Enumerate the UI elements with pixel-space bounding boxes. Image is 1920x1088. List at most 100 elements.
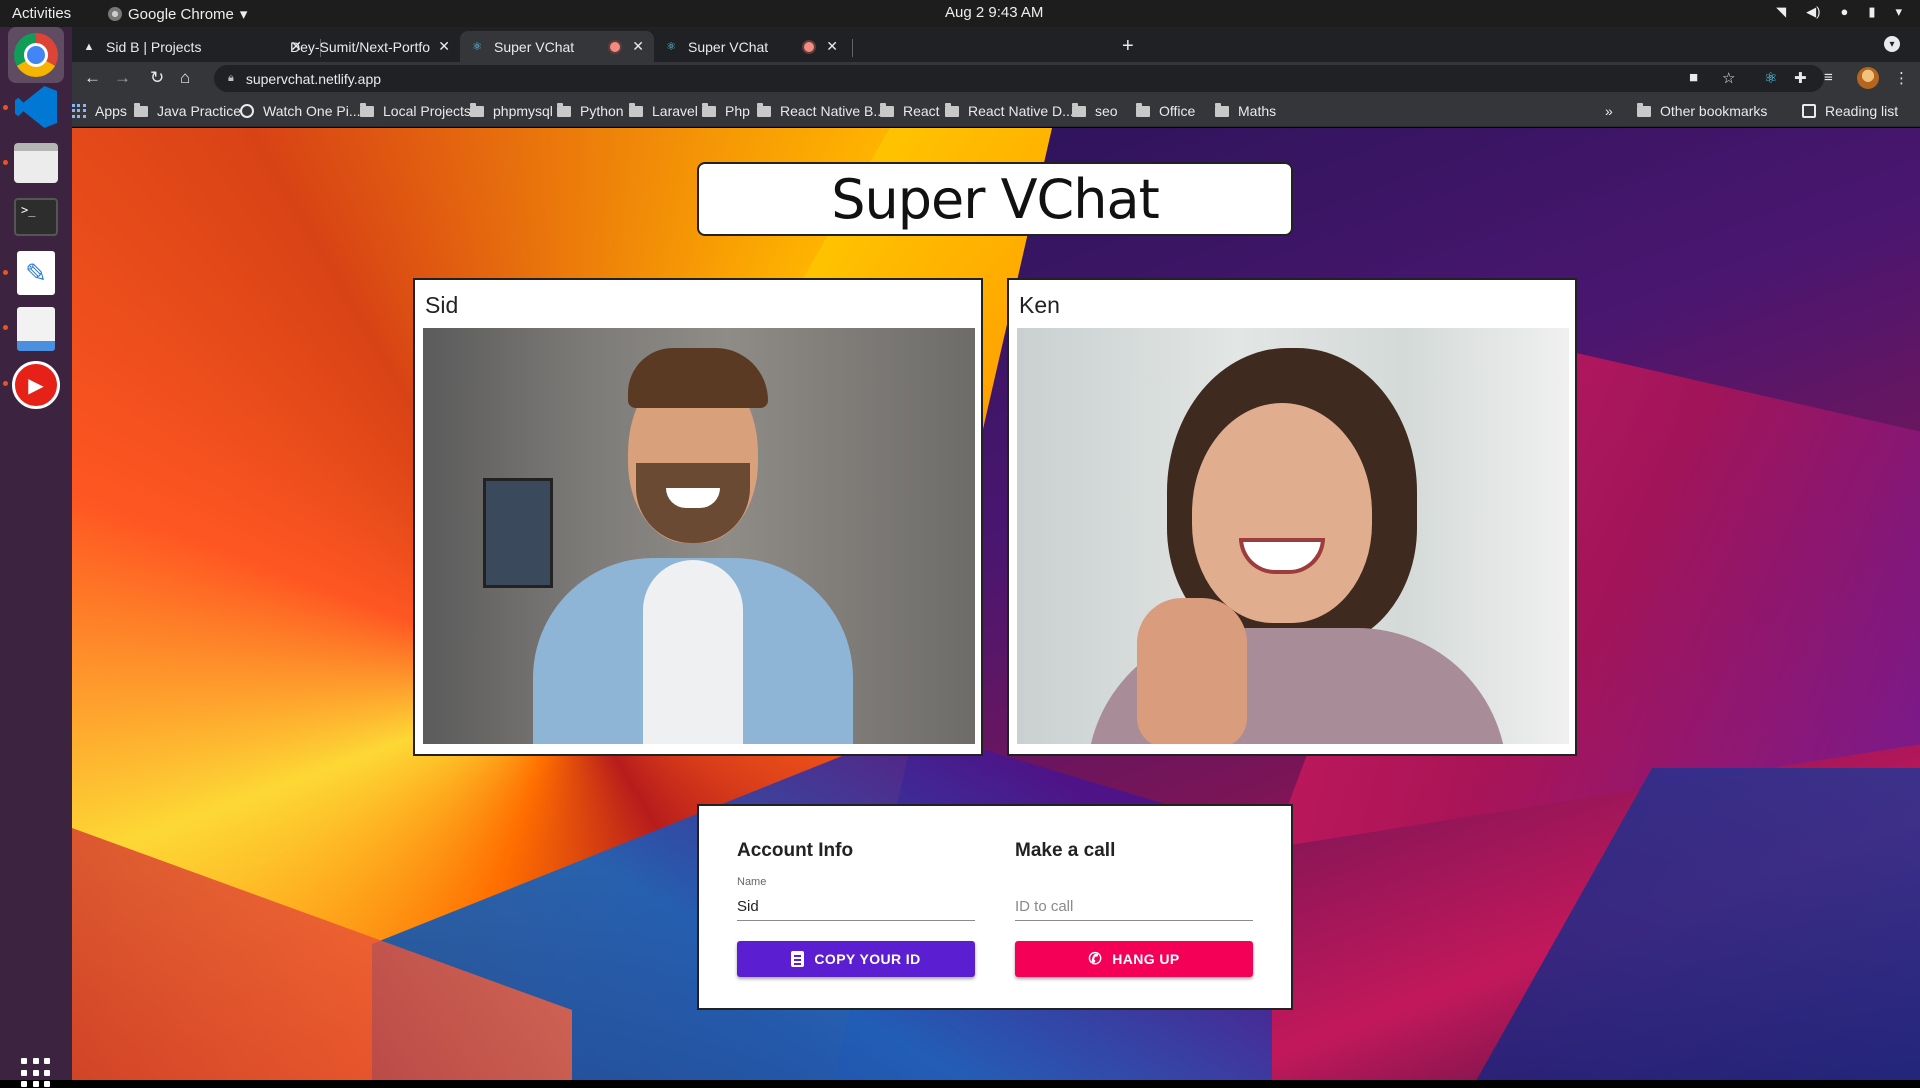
recording-icon: [610, 42, 620, 52]
name-field-label: Name: [737, 876, 767, 888]
react-devtools-icon[interactable]: ⚛: [1764, 69, 1777, 87]
home-icon[interactable]: ⌂: [180, 68, 190, 88]
local-video-card: Sid: [413, 278, 983, 756]
address-bar[interactable]: 🔒︎ supervchat.netlify.app: [214, 65, 1824, 92]
bookmark-react-native-d[interactable]: React Native D...: [945, 102, 1074, 119]
bookmark-label: React: [903, 103, 940, 119]
lock-icon: 🔒︎: [228, 72, 234, 84]
battery-icon: ▮: [1868, 4, 1876, 19]
back-icon[interactable]: ←: [84, 68, 101, 88]
hang-up-button[interactable]: ✆ HANG UP: [1015, 941, 1253, 977]
dock-text-editor[interactable]: ✎: [8, 245, 64, 301]
tab-super-vchat-active[interactable]: ⚛ Super VChat ✕: [460, 31, 654, 62]
system-tray[interactable]: ◥ ◀) ● ▮ ▾: [1776, 4, 1902, 20]
terminal-icon: >_: [14, 198, 58, 236]
bookmark-react[interactable]: React: [880, 102, 940, 119]
wifi-icon: ◥: [1776, 4, 1787, 19]
dock-document-viewer[interactable]: [8, 301, 64, 357]
dock-files[interactable]: [8, 135, 64, 191]
bookmarks-overflow-button[interactable]: »: [1605, 103, 1613, 119]
app-menu[interactable]: Google Chrome ▾: [108, 5, 247, 23]
phone-disabled-icon: ✆: [1088, 951, 1103, 968]
text-editor-icon: ✎: [17, 251, 55, 295]
app-menu-label: Google Chrome: [128, 5, 234, 23]
bookmark-label: Apps: [95, 103, 127, 119]
close-icon[interactable]: ✕: [826, 38, 838, 55]
reading-list-icon: [1802, 104, 1816, 118]
profile-avatar[interactable]: [1857, 67, 1879, 89]
name-input[interactable]: [737, 893, 975, 921]
apps-grid-icon: [72, 104, 86, 118]
hang-up-button-label: HANG UP: [1112, 951, 1180, 967]
vscode-icon: [15, 86, 57, 128]
document-viewer-icon: [17, 307, 55, 351]
bookmark-java-practice[interactable]: Java Practice: [134, 102, 241, 119]
bookmark-python[interactable]: Python: [557, 102, 624, 119]
bookmark-label: Laravel: [652, 103, 698, 119]
folder-icon: [702, 102, 716, 117]
tab-title: Sid B | Projects: [106, 38, 202, 55]
reload-icon[interactable]: ↻: [150, 68, 164, 88]
dock-chrome[interactable]: [8, 27, 64, 83]
bookmark-seo[interactable]: seo: [1072, 102, 1118, 119]
tab-search-icon[interactable]: ▾: [1884, 36, 1900, 52]
tab-super-vchat[interactable]: ⚛ Super VChat ✕: [654, 31, 848, 62]
bookmark-watch-one-piece[interactable]: Watch One Pi...: [240, 103, 361, 119]
camera-in-use-icon[interactable]: ■: [1689, 69, 1698, 86]
activities-button[interactable]: Activities: [12, 5, 71, 22]
close-icon[interactable]: ✕: [632, 38, 644, 55]
tab-next-portfolio[interactable]: Dey-Sumit/Next-Portfolio ✕: [280, 31, 460, 62]
remote-video-name: Ken: [1019, 292, 1060, 318]
close-icon[interactable]: ✕: [438, 38, 450, 55]
clock[interactable]: Aug 2 9:43 AM: [945, 4, 1043, 21]
folder-icon: [470, 102, 484, 117]
make-call-section: Make a call ✆ HANG UP: [1015, 840, 1253, 977]
folder-icon: [880, 102, 894, 117]
bookmark-php[interactable]: Php: [702, 102, 750, 119]
video-background-monitor: [483, 478, 553, 588]
tab-separator: [852, 39, 853, 57]
dock-terminal[interactable]: >_: [8, 189, 64, 245]
youtube-music-icon: ▶: [12, 361, 60, 409]
dock-youtube-music[interactable]: ▶: [8, 357, 64, 413]
tab-title: Dey-Sumit/Next-Portfolio: [290, 38, 430, 55]
reading-list-label: Reading list: [1825, 103, 1899, 119]
bookmark-maths[interactable]: Maths: [1215, 102, 1276, 119]
make-call-heading: Make a call: [1015, 840, 1116, 861]
forward-icon[interactable]: →: [114, 68, 131, 88]
folder-icon: [557, 102, 571, 117]
bookmark-label: Python: [580, 103, 624, 119]
bookmark-label: Local Projects: [383, 103, 471, 119]
extensions-icon[interactable]: ✚: [1794, 69, 1807, 87]
folder-icon: [629, 102, 643, 117]
video-person-tshirt: [643, 560, 743, 744]
dock-vscode[interactable]: [8, 79, 64, 135]
tab-sid-projects[interactable]: ▲ Sid B | Projects ✕: [72, 31, 312, 62]
bookmark-phpmysql[interactable]: phpmysql: [470, 102, 553, 119]
bookmark-laravel[interactable]: Laravel: [629, 102, 698, 119]
app-title-card: Super VChat: [697, 162, 1293, 236]
app-title: Super VChat: [831, 167, 1160, 231]
reading-list[interactable]: Reading list: [1802, 103, 1898, 119]
triangle-icon: ▲: [83, 40, 95, 53]
folder-icon: [134, 102, 148, 117]
media-controls-icon[interactable]: ≡: [1824, 69, 1833, 86]
id-to-call-input[interactable]: [1015, 893, 1253, 921]
folder-icon: [1072, 102, 1086, 117]
show-applications-icon[interactable]: [21, 1058, 51, 1088]
menu-icon[interactable]: ⋮: [1894, 69, 1909, 87]
new-tab-icon[interactable]: +: [1122, 35, 1134, 58]
tab-title: Super VChat: [688, 38, 769, 55]
bookmark-office[interactable]: Office: [1136, 102, 1195, 119]
react-icon: ⚛: [666, 41, 676, 53]
bookmark-star-icon[interactable]: ☆: [1722, 69, 1735, 87]
bookmark-react-native-b[interactable]: React Native B...: [757, 102, 885, 119]
bookmark-apps[interactable]: Apps: [72, 103, 127, 119]
account-info-section: Account Info Name COPY YOUR ID: [737, 840, 975, 977]
account-info-heading: Account Info: [737, 840, 854, 861]
bookmark-local-projects[interactable]: Local Projects: [360, 102, 471, 119]
copy-id-button[interactable]: COPY YOUR ID: [737, 941, 975, 977]
local-video-feed: [423, 328, 975, 744]
other-bookmarks[interactable]: Other bookmarks: [1637, 102, 1767, 119]
video-person-waving-hand: [1137, 598, 1247, 744]
